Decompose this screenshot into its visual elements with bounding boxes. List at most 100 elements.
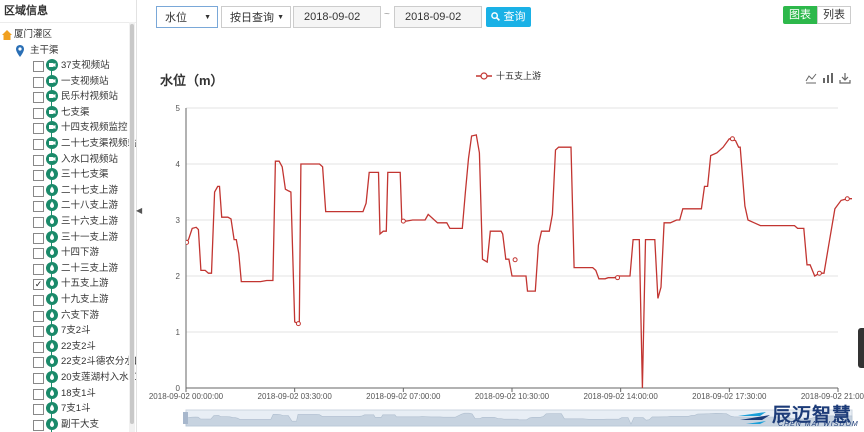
water-station-icon xyxy=(46,339,58,352)
date-separator: ~ xyxy=(384,9,390,20)
legend-label: 十五支上游 xyxy=(496,70,541,81)
video-station-icon xyxy=(46,152,58,165)
tree-item-label: 7支1斗 xyxy=(61,403,91,415)
tree-item-label: 入水口视频站 xyxy=(61,153,119,165)
start-date-input[interactable]: 2018-09-02 xyxy=(293,6,381,28)
tree-item-label: 三十六支上游 xyxy=(61,216,119,227)
list-view-button[interactable]: 列表 xyxy=(817,6,851,24)
x-tick-label: 2018-09-02 14:00:00 xyxy=(584,392,659,401)
item-checkbox[interactable] xyxy=(33,107,44,119)
water-station-icon xyxy=(46,230,58,243)
tree-item-label: 二十三支上游 xyxy=(61,262,119,274)
item-checkbox[interactable] xyxy=(33,201,44,213)
download-icon[interactable] xyxy=(839,72,851,84)
item-checkbox[interactable] xyxy=(33,295,44,306)
chart-legend: 十五支上游 xyxy=(476,70,541,81)
y-tick-label: 3 xyxy=(176,216,181,225)
tree-item-label: 十五支上游 xyxy=(61,278,109,290)
tree-item-label: 十四支视频监控 xyxy=(61,122,128,134)
collapse-sidebar-icon[interactable]: ◀ xyxy=(136,205,142,217)
tree-item-label: 民乐村视频站 xyxy=(61,91,119,103)
item-checkbox[interactable] xyxy=(33,263,44,275)
x-tick-label: 2018-09-02 03:30:00 xyxy=(258,392,333,401)
x-tick-label: 2018-09-02 10:30:00 xyxy=(475,392,550,401)
item-checkbox[interactable] xyxy=(33,217,44,228)
item-checkbox[interactable] xyxy=(33,357,44,369)
y-tick-label: 5 xyxy=(176,104,181,113)
bar-chart-icon[interactable] xyxy=(822,72,834,84)
area-tree-panel: 区域信息 厦门灌区 主干渠 37支视频站 一支视频站 民乐村视频站 七支渠 十四支视频监… xyxy=(0,0,137,432)
water-station-icon xyxy=(46,183,58,196)
tree-item-label: 一支视频站 xyxy=(61,75,109,87)
tree-item-label: 六支下游 xyxy=(61,309,100,321)
tree-item-label: 37支视频站 xyxy=(61,60,110,71)
item-checkbox[interactable] xyxy=(33,123,44,135)
item-checkbox[interactable] xyxy=(33,92,44,104)
video-station-icon xyxy=(46,121,58,134)
query-button[interactable]: 查询 xyxy=(486,7,531,27)
side-drawer-handle[interactable] xyxy=(858,328,864,368)
water-station-icon xyxy=(46,324,58,337)
type-select[interactable]: 水位 ▼ xyxy=(156,6,218,28)
item-checkbox[interactable] xyxy=(33,76,44,88)
item-checkbox[interactable] xyxy=(33,170,44,182)
sidebar-scroll-thumb[interactable] xyxy=(130,24,134,424)
item-checkbox[interactable] xyxy=(33,373,44,384)
series-line xyxy=(186,134,852,389)
item-checkbox[interactable] xyxy=(33,341,44,353)
chart-view-button[interactable]: 图表 xyxy=(783,6,817,24)
video-station-icon xyxy=(46,90,58,103)
water-station-icon xyxy=(46,168,58,181)
tree-item-label: 7支2斗 xyxy=(61,325,91,337)
location-pin-icon xyxy=(16,45,24,57)
item-checkbox[interactable] xyxy=(33,326,44,338)
tree-item-label: 20支莲湖村入水口 xyxy=(61,372,137,383)
item-checkbox[interactable] xyxy=(33,404,44,416)
item-checkbox[interactable] xyxy=(33,232,44,244)
zoom-handle-left xyxy=(183,412,188,424)
tree-item-label: 十九支上游 xyxy=(61,294,109,305)
item-checkbox[interactable]: ✓ xyxy=(33,279,44,291)
water-station-icon xyxy=(46,261,58,274)
y-tick-label: 2 xyxy=(176,272,181,281)
item-checkbox[interactable] xyxy=(33,61,44,72)
line-chart-icon[interactable] xyxy=(805,72,817,84)
item-checkbox[interactable] xyxy=(33,248,44,260)
tree-item-label: 七支渠 xyxy=(61,106,90,118)
series-path xyxy=(186,134,852,389)
water-station-icon xyxy=(46,417,58,430)
tree-item-label: 22支2斗德农分水口 xyxy=(61,356,137,368)
item-checkbox[interactable] xyxy=(33,419,44,431)
tree-item-label: 二十七支上游 xyxy=(61,184,119,196)
item-checkbox[interactable] xyxy=(33,310,44,322)
video-station-icon xyxy=(46,74,58,87)
item-checkbox[interactable] xyxy=(33,185,44,197)
item-checkbox[interactable] xyxy=(33,154,44,166)
water-station-icon xyxy=(46,355,58,368)
tree-item-label: 三十一支上游 xyxy=(61,231,119,243)
mode-select[interactable]: 按日查询 ▼ xyxy=(221,6,291,28)
brand-name-en: CHEN MAI WISDOM xyxy=(778,421,859,428)
item-checkbox[interactable] xyxy=(33,139,44,150)
chart-grid xyxy=(186,107,838,333)
y-tick-label: 0 xyxy=(176,384,181,393)
legend-marker-icon xyxy=(480,72,488,80)
item-checkbox[interactable] xyxy=(33,388,44,400)
panel-title: 区域信息 xyxy=(0,0,136,23)
data-point xyxy=(295,321,301,327)
tree-item-label: 22支2斗 xyxy=(61,340,96,352)
end-date-input[interactable]: 2018-09-02 xyxy=(394,6,482,28)
y-tick-label: 1 xyxy=(176,328,181,337)
tree-item-label: 十四下游 xyxy=(61,247,100,259)
video-station-icon xyxy=(46,59,58,71)
x-tick-label: 2018-09-02 07:00:00 xyxy=(366,392,441,401)
water-station-icon xyxy=(46,371,58,383)
data-point xyxy=(729,136,735,142)
chart-axes: 0 1 2 3 4 5 2018-09-02 00:00:00 2018-09-02 03:3… xyxy=(149,104,864,401)
tree-item-label: 二十八支上游 xyxy=(61,200,119,212)
data-point xyxy=(615,275,621,281)
chevron-down-icon: ▼ xyxy=(204,14,211,21)
water-station-icon xyxy=(46,246,58,259)
water-station-icon xyxy=(46,199,58,212)
video-station-icon xyxy=(46,137,58,149)
